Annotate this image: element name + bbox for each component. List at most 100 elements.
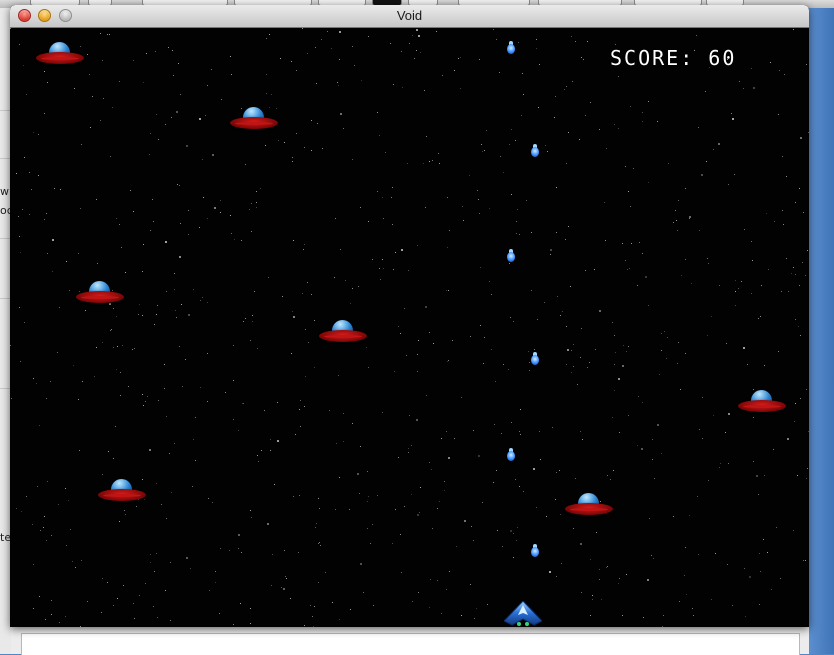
star (377, 191, 378, 192)
star (499, 72, 500, 73)
star (631, 243, 632, 244)
star (800, 335, 801, 336)
star (573, 528, 574, 529)
player-ship-icon[interactable] (504, 601, 542, 627)
star (58, 504, 59, 505)
star (310, 605, 311, 606)
star (240, 603, 241, 604)
star (601, 599, 602, 600)
star (797, 475, 798, 476)
star (230, 56, 231, 57)
star (510, 530, 512, 532)
star (314, 320, 315, 321)
star (713, 415, 714, 416)
star (590, 559, 591, 560)
star (156, 314, 157, 315)
star (121, 247, 122, 248)
star (614, 124, 615, 125)
star (379, 135, 380, 136)
star (698, 127, 699, 128)
window-titlebar[interactable]: Void (10, 5, 809, 28)
star (661, 350, 662, 351)
game-canvas[interactable]: SCORE: 60 (10, 28, 809, 627)
star (207, 218, 208, 219)
star (139, 304, 140, 305)
star (340, 249, 341, 250)
star (368, 36, 369, 37)
star (642, 402, 643, 403)
star (519, 431, 520, 432)
star (138, 314, 139, 315)
star (642, 112, 643, 113)
star (795, 403, 796, 404)
star (404, 308, 405, 309)
star (335, 218, 336, 219)
star (573, 366, 574, 367)
star (47, 481, 48, 482)
star (799, 188, 800, 189)
star (400, 534, 401, 535)
star (484, 337, 485, 338)
star (33, 378, 34, 379)
star (807, 468, 808, 469)
star (439, 163, 440, 164)
star (219, 613, 220, 614)
star (43, 527, 44, 528)
star (110, 330, 111, 331)
star (340, 113, 342, 115)
star (519, 234, 520, 235)
star (480, 267, 481, 268)
star (372, 524, 373, 525)
star (728, 184, 729, 185)
star (685, 259, 686, 260)
star (743, 88, 744, 89)
star (581, 57, 582, 58)
star (539, 64, 540, 65)
star (174, 443, 175, 444)
score-display: SCORE: 60 (610, 46, 737, 70)
star (555, 499, 556, 500)
star (487, 604, 488, 605)
star (648, 305, 649, 306)
star (101, 612, 102, 613)
star (417, 354, 418, 355)
star (786, 176, 787, 177)
star (529, 362, 530, 363)
star (318, 582, 319, 583)
star (10, 345, 11, 346)
star (508, 369, 509, 370)
star (110, 156, 111, 157)
star (533, 468, 535, 470)
star (231, 74, 232, 75)
star (702, 438, 703, 439)
star (78, 399, 79, 400)
star (599, 310, 601, 312)
star (188, 314, 190, 316)
star (699, 230, 700, 231)
star (513, 321, 514, 322)
star (776, 527, 777, 528)
star (392, 224, 393, 225)
star (265, 145, 266, 146)
star (612, 322, 613, 323)
star (759, 604, 760, 605)
star (277, 402, 278, 403)
star (630, 206, 631, 207)
star (791, 273, 792, 274)
star (539, 431, 540, 432)
star (318, 498, 319, 499)
star (806, 478, 807, 479)
star (738, 288, 739, 289)
star (382, 259, 383, 260)
star (316, 83, 317, 84)
star (517, 209, 518, 210)
star (793, 530, 794, 531)
star (515, 479, 516, 480)
star (770, 62, 771, 63)
star (256, 202, 257, 203)
star (81, 144, 82, 145)
star (696, 35, 697, 36)
star (538, 107, 539, 108)
star (186, 557, 188, 559)
star (805, 275, 806, 276)
